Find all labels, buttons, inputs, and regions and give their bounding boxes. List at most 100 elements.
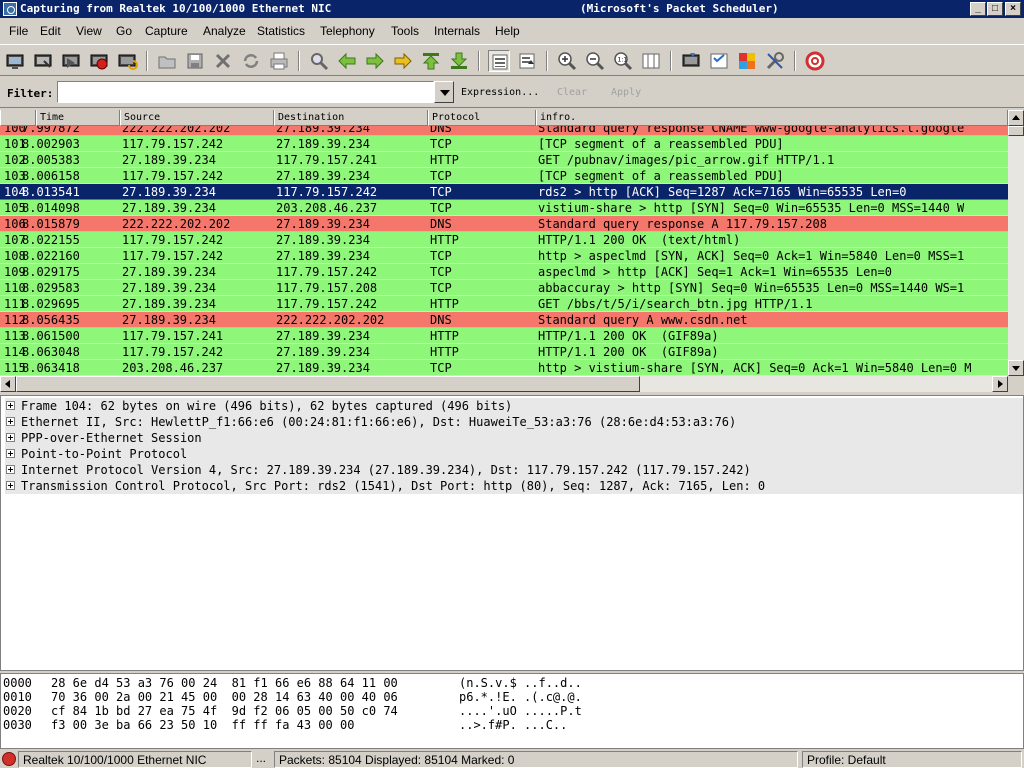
filter-input[interactable]	[57, 81, 434, 103]
display-filters-icon[interactable]	[708, 50, 730, 72]
filter-dropdown-button[interactable]	[434, 81, 454, 103]
open-file-icon[interactable]	[156, 50, 178, 72]
vscroll-thumb[interactable]	[1008, 126, 1024, 136]
detail-row-frame[interactable]: Frame 104: 62 bytes on wire (496 bits), …	[5, 398, 1023, 414]
packet-cell-dst: 27.189.39.234	[276, 137, 370, 151]
menu-edit[interactable]: Edit	[40, 24, 61, 38]
scroll-down-button[interactable]	[1008, 360, 1024, 376]
menu-internals[interactable]: Internals	[434, 24, 480, 38]
save-file-icon[interactable]	[184, 50, 206, 72]
expression-button[interactable]: Expression...	[461, 87, 539, 98]
capture-filters-icon[interactable]	[680, 50, 702, 72]
packet-row[interactable]: 111 8.029695 27.189.39.234 117.79.157.242 HT…	[0, 296, 1008, 312]
menu-telephony[interactable]: Telephony	[320, 24, 375, 38]
hex-row[interactable]: 0000 28 6e d4 53 a3 76 00 24 81 f1 66 e6…	[3, 676, 582, 690]
goto-icon[interactable]	[392, 50, 414, 72]
capture-status-icon[interactable]	[2, 752, 16, 766]
apply-button[interactable]: Apply	[611, 87, 641, 98]
detail-row-tcp[interactable]: Transmission Control Protocol, Src Port:…	[5, 478, 1023, 494]
stop-capture-icon[interactable]	[88, 50, 110, 72]
restart-capture-icon[interactable]	[116, 50, 138, 72]
back-icon[interactable]	[336, 50, 358, 72]
packet-row[interactable]: 110 8.029583 27.189.39.234 117.79.157.208 TC…	[0, 280, 1008, 296]
autoscroll-icon[interactable]	[516, 50, 538, 72]
expand-icon[interactable]	[6, 417, 15, 426]
clear-button[interactable]: Clear	[557, 87, 587, 98]
menu-view[interactable]: View	[76, 24, 102, 38]
scroll-right-button[interactable]	[992, 376, 1008, 392]
packet-cell-time: 8.029583	[22, 281, 80, 295]
resize-columns-icon[interactable]	[640, 50, 662, 72]
preferences-icon[interactable]	[764, 50, 786, 72]
zoom-normal-icon[interactable]: 1:1	[612, 50, 634, 72]
scroll-left-button[interactable]	[0, 376, 16, 392]
coloring-rules-icon[interactable]	[736, 50, 758, 72]
status-profile[interactable]: Profile: Default	[802, 751, 1022, 768]
expand-icon[interactable]	[6, 449, 15, 458]
close-button[interactable]: ×	[1005, 2, 1021, 16]
reload-icon[interactable]	[240, 50, 262, 72]
packet-row[interactable]: 103 8.006158 117.79.157.242 27.189.39.234 TC…	[0, 168, 1008, 184]
forward-icon[interactable]	[364, 50, 386, 72]
column-no[interactable]	[0, 110, 36, 126]
colorize-icon[interactable]	[488, 50, 510, 72]
zoom-out-icon[interactable]	[584, 50, 606, 72]
column-time[interactable]: Time	[36, 110, 120, 126]
first-packet-icon[interactable]	[420, 50, 442, 72]
packet-row[interactable]: 101 8.002903 117.79.157.242 27.189.39.234 TC…	[0, 136, 1008, 152]
column-source[interactable]: Source	[120, 110, 274, 126]
expand-icon[interactable]	[6, 481, 15, 490]
packet-row[interactable]: 106 8.015879 222.222.202.202 27.189.39.234 D…	[0, 216, 1008, 232]
packet-row[interactable]: 109 8.029175 27.189.39.234 117.79.157.242 TC…	[0, 264, 1008, 280]
menu-capture[interactable]: Capture	[145, 24, 188, 38]
packet-row[interactable]: 105 8.014098 27.189.39.234 203.208.46.237 TC…	[0, 200, 1008, 216]
packet-row[interactable]: 102 8.005383 27.189.39.234 117.79.157.241 HT…	[0, 152, 1008, 168]
hex-row[interactable]: 0030 f3 00 3e ba 66 23 50 10 ff ff fa 43…	[3, 718, 567, 732]
menu-analyze[interactable]: Analyze	[203, 24, 246, 38]
last-packet-icon[interactable]	[448, 50, 470, 72]
zoom-in-icon[interactable]	[556, 50, 578, 72]
close-file-icon[interactable]	[212, 50, 234, 72]
packet-row[interactable]: 112 8.056435 27.189.39.234 222.222.202.202 D…	[0, 312, 1008, 328]
packet-row-selected[interactable]: 104 8.013541 27.189.39.234 117.79.157.242 TC…	[0, 184, 1008, 200]
print-icon[interactable]	[268, 50, 290, 72]
column-info[interactable]: infro.	[536, 110, 1008, 126]
status-grip[interactable]: ...	[256, 751, 266, 765]
expand-icon[interactable]	[6, 465, 15, 474]
column-protocol[interactable]: Protocol	[428, 110, 536, 126]
menu-go[interactable]: Go	[116, 24, 132, 38]
packet-row[interactable]: 113 8.061500 117.79.157.241 27.189.39.234 HT…	[0, 328, 1008, 344]
window-title: Capturing from Realtek 10/100/1000 Ether…	[20, 2, 332, 15]
hscroll-thumb[interactable]	[16, 376, 640, 392]
menu-statistics[interactable]: Statistics	[257, 24, 305, 38]
menu-help[interactable]: Help	[495, 24, 520, 38]
menu-file[interactable]: File	[9, 24, 28, 38]
packet-cell-time: 8.063048	[22, 345, 80, 359]
packet-list-hscrollbar[interactable]	[0, 376, 1008, 392]
detail-row-ppp[interactable]: Point-to-Point Protocol	[5, 446, 1023, 462]
minimize-button[interactable]: _	[970, 2, 986, 16]
packet-cell-info: Standard query response A 117.79.157.208	[538, 217, 827, 231]
interfaces-icon[interactable]	[4, 50, 26, 72]
detail-row-pppoe[interactable]: PPP-over-Ethernet Session	[5, 430, 1023, 446]
column-destination[interactable]: Destination	[274, 110, 428, 126]
hex-row[interactable]: 0010 70 36 00 2a 00 21 45 00 00 28 14 63…	[3, 690, 582, 704]
scroll-up-button[interactable]	[1008, 110, 1024, 126]
packet-row[interactable]: 115 8.063418 203.208.46.237 27.189.39.234 TC…	[0, 360, 1008, 376]
expand-icon[interactable]	[6, 433, 15, 442]
find-icon[interactable]	[308, 50, 330, 72]
detail-row-ip[interactable]: Internet Protocol Version 4, Src: 27.189…	[5, 462, 1023, 478]
packet-row[interactable]: 108 8.022160 117.79.157.242 27.189.39.234 TC…	[0, 248, 1008, 264]
packet-list-vscrollbar[interactable]	[1008, 110, 1024, 376]
expand-icon[interactable]	[6, 401, 15, 410]
packet-row[interactable]: 114 8.063048 117.79.157.242 27.189.39.234 HT…	[0, 344, 1008, 360]
menu-tools[interactable]: Tools	[391, 24, 419, 38]
packet-row[interactable]: 100 7.997872 222.222.202.202 27.189.39.234 D…	[0, 126, 1008, 136]
start-capture-icon[interactable]	[60, 50, 82, 72]
packet-row[interactable]: 107 8.022155 117.79.157.242 27.189.39.234 HT…	[0, 232, 1008, 248]
restore-button[interactable]: □	[987, 2, 1003, 16]
detail-row-ethernet[interactable]: Ethernet II, Src: HewlettP_f1:66:e6 (00:…	[5, 414, 1023, 430]
hex-row[interactable]: 0020 cf 84 1b bd 27 ea 75 4f 9d f2 06 05…	[3, 704, 582, 718]
capture-options-icon[interactable]	[32, 50, 54, 72]
help-icon[interactable]	[804, 50, 826, 72]
